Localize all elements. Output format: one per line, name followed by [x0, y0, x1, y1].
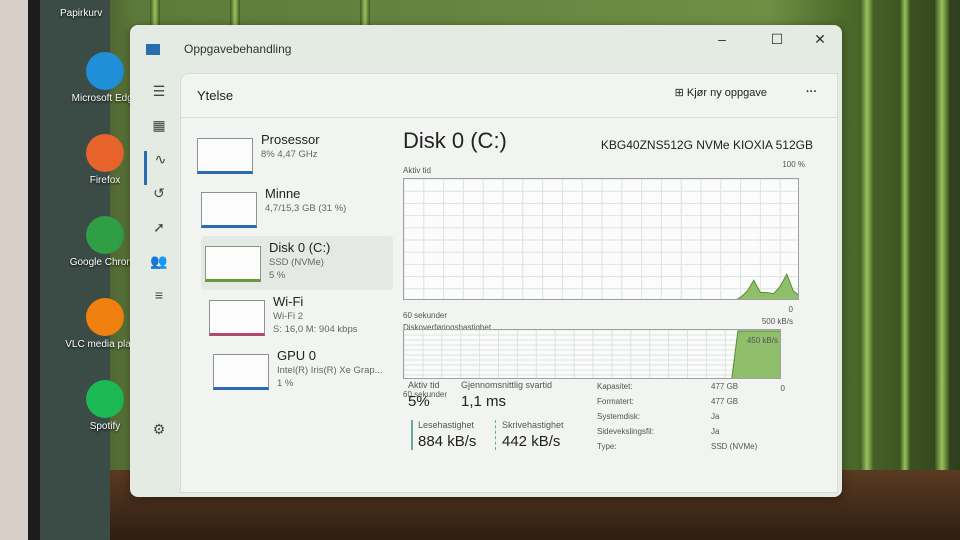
resource-item[interactable]: Disk 0 (C:) SSD (NVMe) 5 %: [201, 236, 393, 290]
property-row: Formatert: 477 GB: [597, 395, 757, 408]
resource-sub1: SSD (NVMe): [269, 257, 324, 268]
resource-item[interactable]: Wi-Fi Wi-Fi 2 S: 16,0 M: 904 kbps: [205, 290, 393, 344]
read-value: 884 kB/s: [418, 433, 477, 450]
chart-annotation: 450 kB/s: [747, 336, 778, 345]
firefox-icon: [86, 134, 124, 172]
nav-history-icon[interactable]: ↺: [144, 185, 174, 219]
transfer-rate-chart: 450 kB/s: [403, 329, 783, 381]
nav-processes-icon[interactable]: ▦: [144, 117, 174, 151]
chrome-icon: [86, 216, 124, 254]
write-label: Skrivehastighet: [502, 420, 564, 430]
chart2-max: 500 kB/s: [761, 317, 793, 326]
page-title: Ytelse: [197, 88, 234, 103]
disk-properties: Kapasitet: 477 GB Formatert: 477 GB Systemdi…: [595, 378, 759, 455]
resource-sub2: 5 %: [269, 270, 286, 281]
close-button[interactable]: ✕: [800, 31, 840, 48]
vlc-icon: [86, 298, 124, 336]
property-value: Ja: [711, 427, 720, 436]
resource-sub1: 8% 4,47 GHz: [261, 149, 318, 160]
spotify-icon: [86, 380, 124, 418]
chart1-max: 100 %: [782, 160, 805, 169]
stat-write: Skrivehastighet 442 kB/s: [495, 420, 564, 450]
nav-performance-icon[interactable]: ∿: [144, 151, 174, 185]
edge-icon: [86, 52, 124, 90]
recycle-label: Papirkurv: [60, 8, 103, 19]
window-title: Oppgavebehandling: [184, 42, 292, 56]
maximize-button[interactable]: ☐: [757, 31, 797, 48]
desktop-recycle-bin[interactable]: Papirkurv: [60, 8, 150, 19]
active-value: 5%: [408, 393, 430, 410]
resource-thumbnail: [201, 192, 257, 228]
resp-label: Gjennomsnittlig svartid: [461, 380, 553, 390]
resource-title: Disk 0 (C:): [269, 240, 331, 255]
resource-title: Minne: [265, 186, 301, 201]
resource-item[interactable]: Prosessor 8% 4,47 GHz: [193, 128, 393, 182]
resource-sub2: 1 %: [277, 378, 294, 389]
resource-item[interactable]: Minne 4,7/15,3 GB (31 %): [197, 182, 393, 236]
resource-sub1: Wi-Fi 2: [273, 311, 304, 322]
property-key: Type:: [597, 442, 617, 451]
property-row: Type: SSD (NVMe): [597, 440, 757, 453]
more-options-button[interactable]: ···: [806, 86, 817, 98]
property-value: SSD (NVMe): [711, 442, 758, 451]
property-value: 477 GB: [711, 397, 739, 406]
disk-detail: Disk 0 (C:) KBG40ZNS512G NVMe KIOXIA 512…: [403, 128, 813, 451]
read-label: Lesehastighet: [418, 420, 475, 430]
task-manager-window: Oppgavebehandling – ☐ ✕ ☰ ▦ ∿ ↺ ➚ 👥 ≡ ⚙ Ytelse …: [130, 25, 842, 497]
property-row: Sidevekslingsfil: Ja: [597, 425, 757, 438]
active-time-chart: [403, 178, 801, 302]
nav-settings-icon[interactable]: ⚙: [144, 421, 174, 455]
chart2-min: 0: [780, 384, 785, 393]
nav-menu-icon[interactable]: ☰: [144, 83, 174, 117]
property-key: Sidevekslingsfil:: [597, 427, 654, 436]
stat-active-time: Aktiv tid 5%: [408, 380, 440, 410]
resource-title: GPU 0: [277, 348, 317, 363]
disk-model: KBG40ZNS512G NVMe KIOXIA 512GB: [600, 138, 813, 152]
property-value: 477 GB: [711, 382, 739, 391]
property-row: Systemdisk: Ja: [597, 410, 757, 423]
resource-title: Wi-Fi: [273, 294, 304, 309]
nav-startup-icon[interactable]: ➚: [144, 219, 174, 253]
property-row: Kapasitet: 477 GB: [597, 380, 757, 393]
property-key: Formatert:: [597, 397, 634, 406]
resp-value: 1,1 ms: [461, 393, 507, 410]
chart1-title: Aktiv tid: [403, 166, 432, 175]
app-icon: [146, 43, 160, 55]
run-task-icon: ⊞: [674, 87, 687, 99]
resource-sub2: S: 16,0 M: 904 kbps: [273, 324, 358, 335]
run-new-task-button[interactable]: ⊞ Kjør ny oppgave: [675, 86, 767, 99]
resource-thumbnail: [209, 300, 265, 336]
run-task-label: Kjør ny oppgave: [686, 87, 767, 99]
resource-thumbnail: [197, 138, 253, 174]
active-label: Aktiv tid: [408, 380, 440, 390]
resource-list: Prosessor 8% 4,47 GHz Minne 4,7/15,3 GB (31…: [193, 128, 393, 398]
minimize-button[interactable]: –: [702, 31, 742, 47]
performance-panel: Ytelse ⊞ Kjør ny oppgave ··· Prosessor 8%…: [180, 73, 838, 493]
stat-response: Gjennomsnittlig svartid 1,1 ms: [461, 380, 552, 410]
nav-details-icon[interactable]: ≡: [144, 287, 174, 321]
resource-sub1: Intel(R) Iris(R) Xe Grap...: [277, 365, 383, 376]
nav-users-icon[interactable]: 👥: [144, 253, 174, 287]
resource-sub1: 4,7/15,3 GB (31 %): [265, 203, 347, 214]
resource-title: Prosessor: [261, 132, 320, 147]
property-key: Systemdisk:: [597, 412, 641, 421]
resource-thumbnail: [205, 246, 261, 282]
stat-read: Lesehastighet 884 kB/s: [411, 420, 476, 450]
resource-item[interactable]: GPU 0 Intel(R) Iris(R) Xe Grap... 1 %: [209, 344, 393, 398]
resource-thumbnail: [213, 354, 269, 390]
property-value: Ja: [711, 412, 720, 421]
nav-rail: ☰ ▦ ∿ ↺ ➚ 👥 ≡ ⚙: [144, 83, 174, 455]
property-key: Kapasitet:: [597, 382, 633, 391]
chart1-min: 0: [788, 305, 793, 314]
write-value: 442 kB/s: [502, 433, 561, 450]
